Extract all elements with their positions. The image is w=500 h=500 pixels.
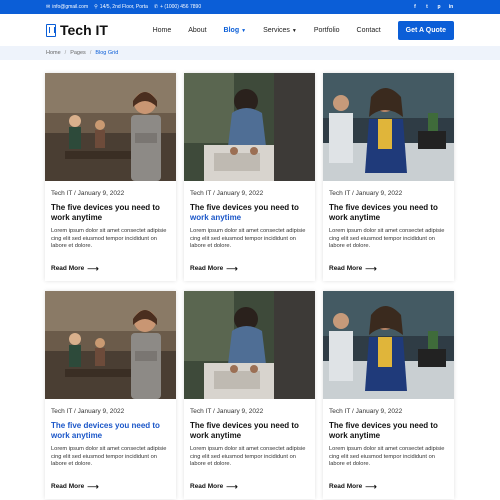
post-excerpt: Lorem ipsum dolor sit amet consectet adi… (190, 228, 306, 249)
get-a-quote-button[interactable]: Get A Quote (397, 20, 454, 40)
location-pin-icon: ⚲ (94, 3, 98, 10)
read-more-label: Read More (329, 483, 363, 490)
post-excerpt: Lorem ipsum dolor sit amet consectet adi… (329, 446, 445, 467)
phone-item[interactable]: ✆ + (1000) 456 7890 (154, 4, 201, 10)
post-excerpt: Lorem ipsum dolor sit amet consectet adi… (190, 446, 306, 467)
post-meta: Tech IT / January 9, 2022 (190, 408, 264, 415)
blog-grid: Tech IT / January 9, 2022 The five devic… (45, 73, 455, 499)
blog-card-image[interactable] (184, 291, 315, 399)
post-title-line2: work anytime (51, 431, 103, 440)
blog-card[interactable]: Tech IT / January 9, 2022 The five devic… (323, 291, 454, 499)
post-title-line2: work anytime (329, 431, 381, 440)
post-title-line2: work anytime (190, 213, 242, 222)
breadcrumb-separator: / (64, 50, 67, 56)
post-title[interactable]: The five devices you need to work anytime (51, 421, 170, 441)
phone-text: + (1000) 456 7890 (160, 4, 202, 10)
top-info-bar: ✉ info@gmail.com ⚲ 14/5, 2nd Floor, Port… (0, 0, 500, 14)
breadcrumb-separator: / (89, 50, 92, 56)
breadcrumb-home[interactable]: Home (46, 50, 61, 56)
brand-logo[interactable]: Tech IT (46, 22, 108, 38)
nav-blog-label: Blog (223, 26, 240, 34)
post-meta: Tech IT / January 9, 2022 (51, 408, 125, 415)
read-more-link[interactable]: Read More ⟶ (190, 263, 309, 273)
arrow-right-icon: ⟶ (226, 481, 238, 491)
post-title-line1: The five devices you need to (329, 421, 438, 430)
main-navbar: Tech IT Home About Blog ▼ Services ▼ Portf… (0, 14, 500, 46)
building-icon (46, 23, 56, 37)
blog-card-image[interactable] (45, 73, 176, 181)
nav-contact[interactable]: Contact (357, 27, 381, 34)
post-meta: Tech IT / January 9, 2022 (190, 190, 264, 197)
read-more-label: Read More (51, 483, 85, 490)
read-more-link[interactable]: Read More ⟶ (329, 263, 448, 273)
chevron-down-icon: ▼ (241, 27, 247, 34)
nav-services-label: Services (263, 26, 290, 34)
pinterest-icon[interactable]: p (436, 4, 442, 10)
nav-blog[interactable]: Blog ▼ (224, 27, 247, 34)
email-text: info@gmail.com (52, 4, 89, 10)
linkedin-icon[interactable]: in (448, 4, 454, 10)
post-meta: Tech IT / January 9, 2022 (329, 190, 403, 197)
arrow-right-icon: ⟶ (87, 263, 99, 273)
post-title[interactable]: The five devices you need to work anytime (51, 203, 170, 223)
post-title-line1: The five devices you need to (51, 421, 160, 430)
facebook-icon[interactable]: f (412, 4, 418, 10)
post-title-line1: The five devices you need to (51, 203, 160, 212)
post-title[interactable]: The five devices you need to work anytime (190, 203, 309, 223)
arrow-right-icon: ⟶ (365, 263, 377, 273)
breadcrumb: Home / Pages / Blog Grid (0, 46, 500, 60)
mail-icon: ✉ (46, 3, 51, 10)
blog-card-image[interactable] (184, 73, 315, 181)
read-more-label: Read More (190, 483, 224, 490)
read-more-link[interactable]: Read More ⟶ (190, 481, 309, 491)
post-title-line1: The five devices you need to (190, 421, 299, 430)
post-meta: Tech IT / January 9, 2022 (329, 408, 403, 415)
twitter-icon[interactable]: t (424, 4, 430, 10)
blog-card[interactable]: Tech IT / January 9, 2022 The five devic… (45, 291, 176, 499)
post-excerpt: Lorem ipsum dolor sit amet consectet adi… (51, 228, 167, 249)
post-excerpt: Lorem ipsum dolor sit amet consectet adi… (329, 228, 445, 249)
arrow-right-icon: ⟶ (226, 263, 238, 273)
post-title-line1: The five devices you need to (329, 203, 438, 212)
blog-card-image[interactable] (45, 291, 176, 399)
nav-menu: Home About Blog ▼ Services ▼ Portfolio Con… (153, 20, 454, 40)
blog-card[interactable]: Tech IT / January 9, 2022 The five devic… (45, 73, 176, 281)
blog-card-image[interactable] (323, 291, 454, 399)
nav-about[interactable]: About (188, 27, 206, 34)
arrow-right-icon: ⟶ (365, 481, 377, 491)
post-meta: Tech IT / January 9, 2022 (51, 190, 125, 197)
brand-name: Tech IT (60, 22, 108, 38)
post-excerpt: Lorem ipsum dolor sit amet consectet adi… (51, 446, 167, 467)
post-title-line2: work anytime (329, 213, 381, 222)
arrow-right-icon: ⟶ (87, 481, 99, 491)
read-more-label: Read More (190, 265, 224, 272)
breadcrumb-pages[interactable]: Pages (70, 50, 86, 56)
address-text: 14/5, 2nd Floor, Porta (99, 4, 148, 10)
breadcrumb-current: Blog Grid (95, 50, 119, 56)
blog-card[interactable]: Tech IT / January 9, 2022 The five devic… (323, 73, 454, 281)
post-title-line2: work anytime (190, 431, 242, 440)
email-item[interactable]: ✉ info@gmail.com (46, 4, 88, 10)
blog-card-image[interactable] (323, 73, 454, 181)
nav-services[interactable]: Services ▼ (263, 27, 297, 34)
read-more-link[interactable]: Read More ⟶ (51, 263, 170, 273)
post-title[interactable]: The five devices you need to work anytime (329, 421, 448, 441)
read-more-link[interactable]: Read More ⟶ (51, 481, 170, 491)
chevron-down-icon: ▼ (291, 27, 297, 34)
nav-portfolio[interactable]: Portfolio (314, 27, 340, 34)
read-more-link[interactable]: Read More ⟶ (329, 481, 448, 491)
read-more-label: Read More (51, 265, 85, 272)
read-more-label: Read More (329, 265, 363, 272)
address-item: ⚲ 14/5, 2nd Floor, Porta (94, 4, 148, 10)
phone-icon: ✆ (153, 3, 159, 10)
blog-card[interactable]: Tech IT / January 9, 2022 The five devic… (184, 73, 315, 281)
nav-home[interactable]: Home (153, 27, 172, 34)
post-title-line2: work anytime (51, 213, 103, 222)
post-title-line1: The five devices you need to (190, 203, 299, 212)
post-title[interactable]: The five devices you need to work anytime (329, 203, 448, 223)
post-title[interactable]: The five devices you need to work anytime (190, 421, 309, 441)
blog-card[interactable]: Tech IT / January 9, 2022 The five devic… (184, 291, 315, 499)
